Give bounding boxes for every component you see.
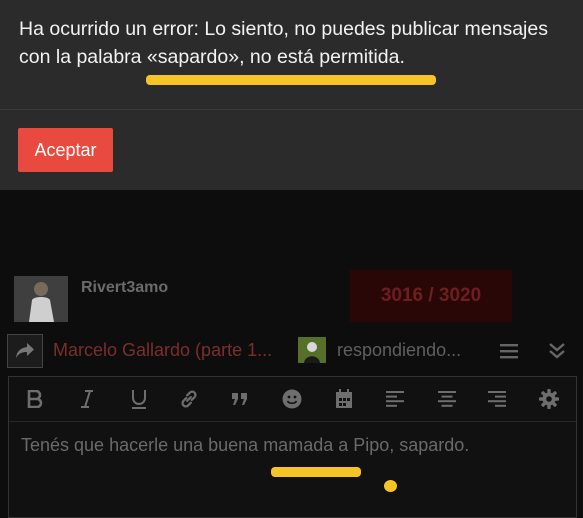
toggle-preview-button[interactable] bbox=[497, 340, 521, 362]
align-center-button[interactable] bbox=[434, 386, 460, 412]
link-button[interactable] bbox=[176, 386, 202, 412]
bold-icon bbox=[27, 390, 43, 408]
bold-button[interactable] bbox=[22, 386, 48, 412]
highlight-underline-word bbox=[146, 75, 436, 85]
menu-icon bbox=[500, 343, 518, 359]
gear-icon bbox=[539, 389, 559, 409]
underline-icon bbox=[131, 389, 147, 409]
align-left-button[interactable] bbox=[382, 386, 408, 412]
quote-button[interactable] bbox=[227, 386, 253, 412]
highlight-dot bbox=[384, 480, 397, 492]
responding-status: respondiendo... bbox=[337, 340, 462, 360]
share-arrow-icon bbox=[15, 342, 35, 360]
align-left-icon bbox=[386, 391, 404, 407]
editor-toolbar bbox=[9, 377, 576, 422]
options-button[interactable] bbox=[536, 386, 562, 412]
accept-button[interactable]: Aceptar bbox=[18, 128, 113, 172]
align-center-icon bbox=[438, 391, 456, 407]
reply-topic-title[interactable]: Marcelo Gallardo (parte 1... bbox=[53, 340, 272, 361]
composer-textarea[interactable]: Tenés que hacerle una buena mamada a Pip… bbox=[21, 435, 469, 456]
calendar-icon bbox=[335, 389, 353, 409]
error-dialog: Ha ocurrido un error: Lo siento, no pued… bbox=[0, 0, 583, 190]
error-message: Ha ocurrido un error: Lo siento, no pued… bbox=[19, 18, 548, 68]
italic-icon bbox=[80, 390, 94, 408]
reply-type-button[interactable] bbox=[7, 334, 43, 368]
avatar[interactable] bbox=[14, 276, 68, 322]
double-chevron-down-icon bbox=[548, 342, 566, 360]
align-right-button[interactable] bbox=[484, 386, 510, 412]
link-icon bbox=[178, 388, 200, 410]
smile-icon bbox=[282, 389, 302, 409]
emoji-button[interactable] bbox=[279, 386, 305, 412]
responding-user-avatar bbox=[298, 337, 326, 363]
dialog-divider bbox=[0, 109, 583, 110]
date-button[interactable] bbox=[331, 386, 357, 412]
composer-editor: Tenés que hacerle una buena mamada a Pip… bbox=[8, 376, 577, 518]
italic-button[interactable] bbox=[74, 386, 100, 412]
username[interactable]: Rivert3amo bbox=[81, 279, 168, 297]
collapse-composer-button[interactable] bbox=[544, 338, 570, 364]
underline-button[interactable] bbox=[126, 386, 152, 412]
topic-progress[interactable]: 3016 / 3020 bbox=[350, 270, 512, 322]
highlight-underline-text bbox=[271, 467, 361, 477]
align-right-icon bbox=[488, 391, 506, 407]
quote-icon bbox=[231, 392, 249, 406]
